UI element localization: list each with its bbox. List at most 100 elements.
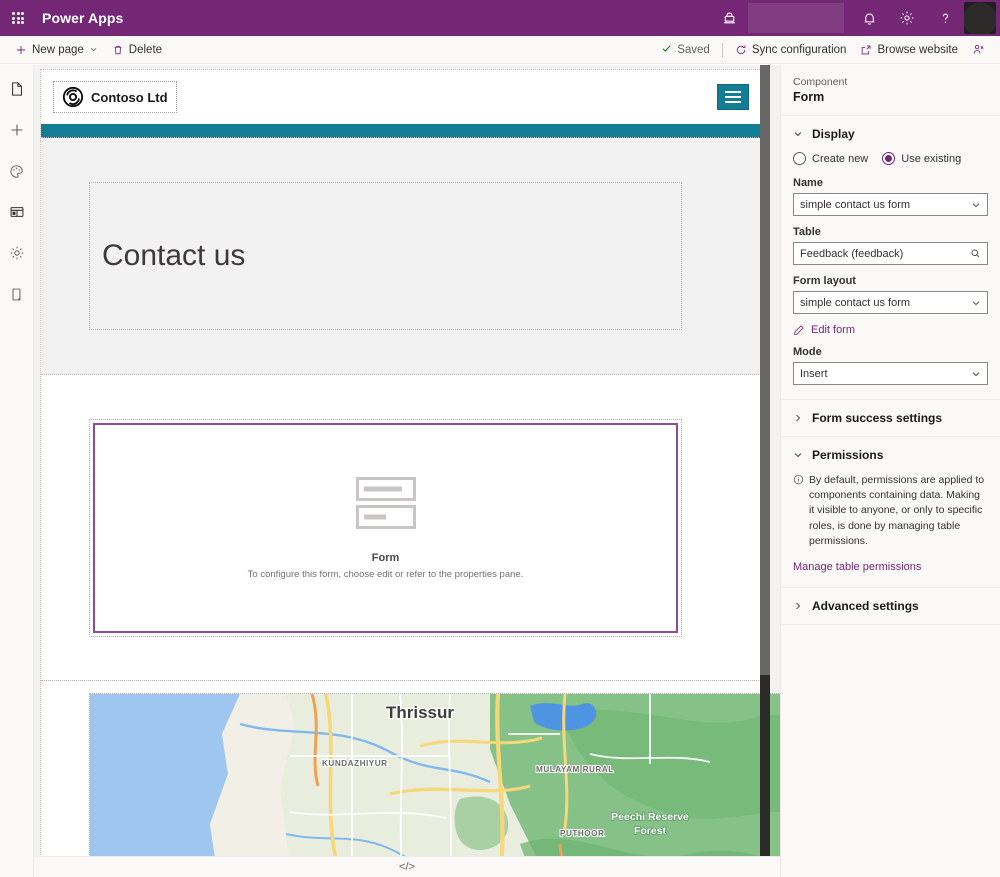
browse-website-button[interactable]: Browse website xyxy=(853,37,965,63)
accordion-permissions: Permissions By default, permissions are … xyxy=(781,437,1000,589)
canvas-scrollbar[interactable] xyxy=(760,65,770,856)
hero-text-block[interactable]: Contact us xyxy=(89,182,682,330)
delete-button[interactable]: Delete xyxy=(105,37,169,63)
trash-icon xyxy=(112,44,124,56)
svg-text:KUNDAZHIYUR: KUNDAZHIYUR xyxy=(322,759,388,768)
map-image[interactable]: Thrissur KUNDAZHIYUR NEW FIFA NAGAR THAI… xyxy=(90,694,780,856)
sidebar-item-add[interactable] xyxy=(1,114,33,146)
accordion-advanced-settings: Advanced settings xyxy=(781,588,1000,626)
form-component-wrapper[interactable]: Form To configure this form, choose edit… xyxy=(89,419,682,637)
canvas-scrollbar-thumb[interactable] xyxy=(760,675,770,856)
mode-value: Insert xyxy=(800,367,828,380)
new-page-label: New page xyxy=(32,43,84,56)
svg-text:MULAYAM RURAL: MULAYAM RURAL xyxy=(536,765,614,774)
accordion-advanced-settings-header[interactable]: Advanced settings xyxy=(781,588,1000,624)
name-field-label: Name xyxy=(793,177,823,190)
hamburger-menu-icon[interactable] xyxy=(717,84,749,110)
sidebar-item-styling[interactable] xyxy=(1,155,33,187)
share-person-icon[interactable] xyxy=(965,37,992,63)
accordion-display-header[interactable]: Display xyxy=(781,116,1000,152)
sidebar-item-settings[interactable] xyxy=(1,237,33,269)
name-dropdown-value: simple contact us form xyxy=(800,198,911,211)
command-bar: New page Delete Saved Sync configuration… xyxy=(0,36,1000,64)
mode-dropdown[interactable]: Insert xyxy=(793,362,988,386)
website-page-canvas[interactable]: Contoso Ltd Contact us Form To configure… xyxy=(40,69,780,856)
radio-dot xyxy=(793,152,806,166)
brand-name: Contoso Ltd xyxy=(91,89,168,105)
settings-gear-icon[interactable] xyxy=(888,0,926,36)
accordion-display: Display Create new Use existing Name sim… xyxy=(781,116,1000,401)
save-status: Saved xyxy=(654,37,717,63)
sidebar-item-pages[interactable] xyxy=(1,73,33,105)
table-lookup-field[interactable]: Feedback (feedback) xyxy=(793,242,988,266)
form-placeholder-subtitle: To configure this form, choose edit or r… xyxy=(247,568,524,580)
permissions-note: By default, permissions are applied to c… xyxy=(793,473,988,549)
radio-create-new[interactable]: Create new xyxy=(793,152,869,166)
form-component-selected[interactable]: Form To configure this form, choose edit… xyxy=(93,423,678,633)
notifications-bell-icon[interactable] xyxy=(850,0,888,36)
permissions-note-text: By default, permissions are applied to c… xyxy=(809,474,985,547)
canvas-viewport[interactable]: Contoso Ltd Contact us Form To configure… xyxy=(34,65,780,856)
edit-form-link[interactable]: Edit form xyxy=(793,324,988,336)
sidebar-item-data[interactable] xyxy=(1,196,33,228)
command-bar-right: Saved Sync configuration Browse website xyxy=(654,37,992,63)
site-header-section[interactable]: Contoso Ltd xyxy=(41,70,761,124)
saved-label: Saved xyxy=(677,43,710,56)
form-layout-field-label: Form layout xyxy=(793,275,856,288)
sync-configuration-button[interactable]: Sync configuration xyxy=(728,37,854,63)
search-icon[interactable] xyxy=(970,248,981,259)
new-page-button[interactable]: New page xyxy=(8,37,105,63)
help-question-icon[interactable] xyxy=(926,0,964,36)
pencil-edit-icon xyxy=(793,324,805,336)
mode-field-label: Mode xyxy=(793,346,822,359)
accordion-permissions-header[interactable]: Permissions xyxy=(781,437,1000,473)
form-source-radio-group: Create new Use existing xyxy=(793,152,988,166)
accordion-form-success-settings: Form success settings xyxy=(781,400,1000,438)
contoso-spiral-logo xyxy=(62,86,84,108)
name-dropdown[interactable]: simple contact us form xyxy=(793,193,988,217)
environment-chip[interactable] xyxy=(748,3,844,33)
manage-table-permissions-link[interactable]: Manage table permissions xyxy=(793,561,988,573)
hero-section[interactable]: Contact us xyxy=(41,138,761,375)
waffle-grid xyxy=(12,12,24,24)
app-bar: Power Apps xyxy=(0,0,1000,36)
table-field-label: Table xyxy=(793,226,821,239)
environment-icon[interactable] xyxy=(710,0,748,36)
sync-configuration-label: Sync configuration xyxy=(751,43,847,56)
radio-dot xyxy=(882,152,896,166)
radio-create-new-label: Create new xyxy=(812,152,869,165)
status-bar: </> xyxy=(34,856,780,877)
code-editor-toggle[interactable]: </> xyxy=(399,861,415,873)
accordion-advanced-settings-title: Advanced settings xyxy=(812,599,919,614)
site-nav-bar[interactable] xyxy=(41,124,761,138)
accordion-display-title: Display xyxy=(812,127,855,142)
accordion-display-body: Create new Use existing Name simple cont… xyxy=(781,152,1000,399)
browse-website-label: Browse website xyxy=(877,43,958,56)
chevron-down-icon xyxy=(971,369,981,379)
command-separator xyxy=(721,42,723,57)
external-link-icon xyxy=(860,44,872,56)
chevron-down-icon xyxy=(971,298,981,308)
chevron-right-icon xyxy=(793,601,803,611)
map-component-wrapper[interactable]: Thrissur KUNDAZHIYUR NEW FIFA NAGAR THAI… xyxy=(89,693,780,856)
accordion-permissions-title: Permissions xyxy=(812,448,884,463)
map-section[interactable]: Thrissur KUNDAZHIYUR NEW FIFA NAGAR THAI… xyxy=(41,681,780,856)
page-title: Contact us xyxy=(102,239,246,272)
radio-use-existing[interactable]: Use existing xyxy=(882,152,962,166)
svg-text:Forest: Forest xyxy=(634,825,667,837)
svg-text:Peechi Reserve: Peechi Reserve xyxy=(611,811,689,823)
accordion-form-success-settings-header[interactable]: Form success settings xyxy=(781,400,1000,436)
brand-block[interactable]: Contoso Ltd xyxy=(53,81,177,113)
user-avatar[interactable] xyxy=(964,2,996,34)
sidebar-item-preview-device[interactable] xyxy=(1,278,33,310)
form-placeholder-title: Form xyxy=(371,551,400,564)
info-icon xyxy=(793,474,804,549)
chevron-down-icon xyxy=(971,200,981,210)
form-section[interactable]: Form To configure this form, choose edit… xyxy=(41,375,761,681)
table-lookup-value: Feedback (feedback) xyxy=(800,247,904,260)
chevron-down-icon xyxy=(89,45,98,54)
component-name-label: Form xyxy=(793,90,825,105)
radio-use-existing-label: Use existing xyxy=(901,152,962,165)
app-launcher-icon[interactable] xyxy=(0,0,36,36)
form-layout-dropdown[interactable]: simple contact us form xyxy=(793,291,988,315)
